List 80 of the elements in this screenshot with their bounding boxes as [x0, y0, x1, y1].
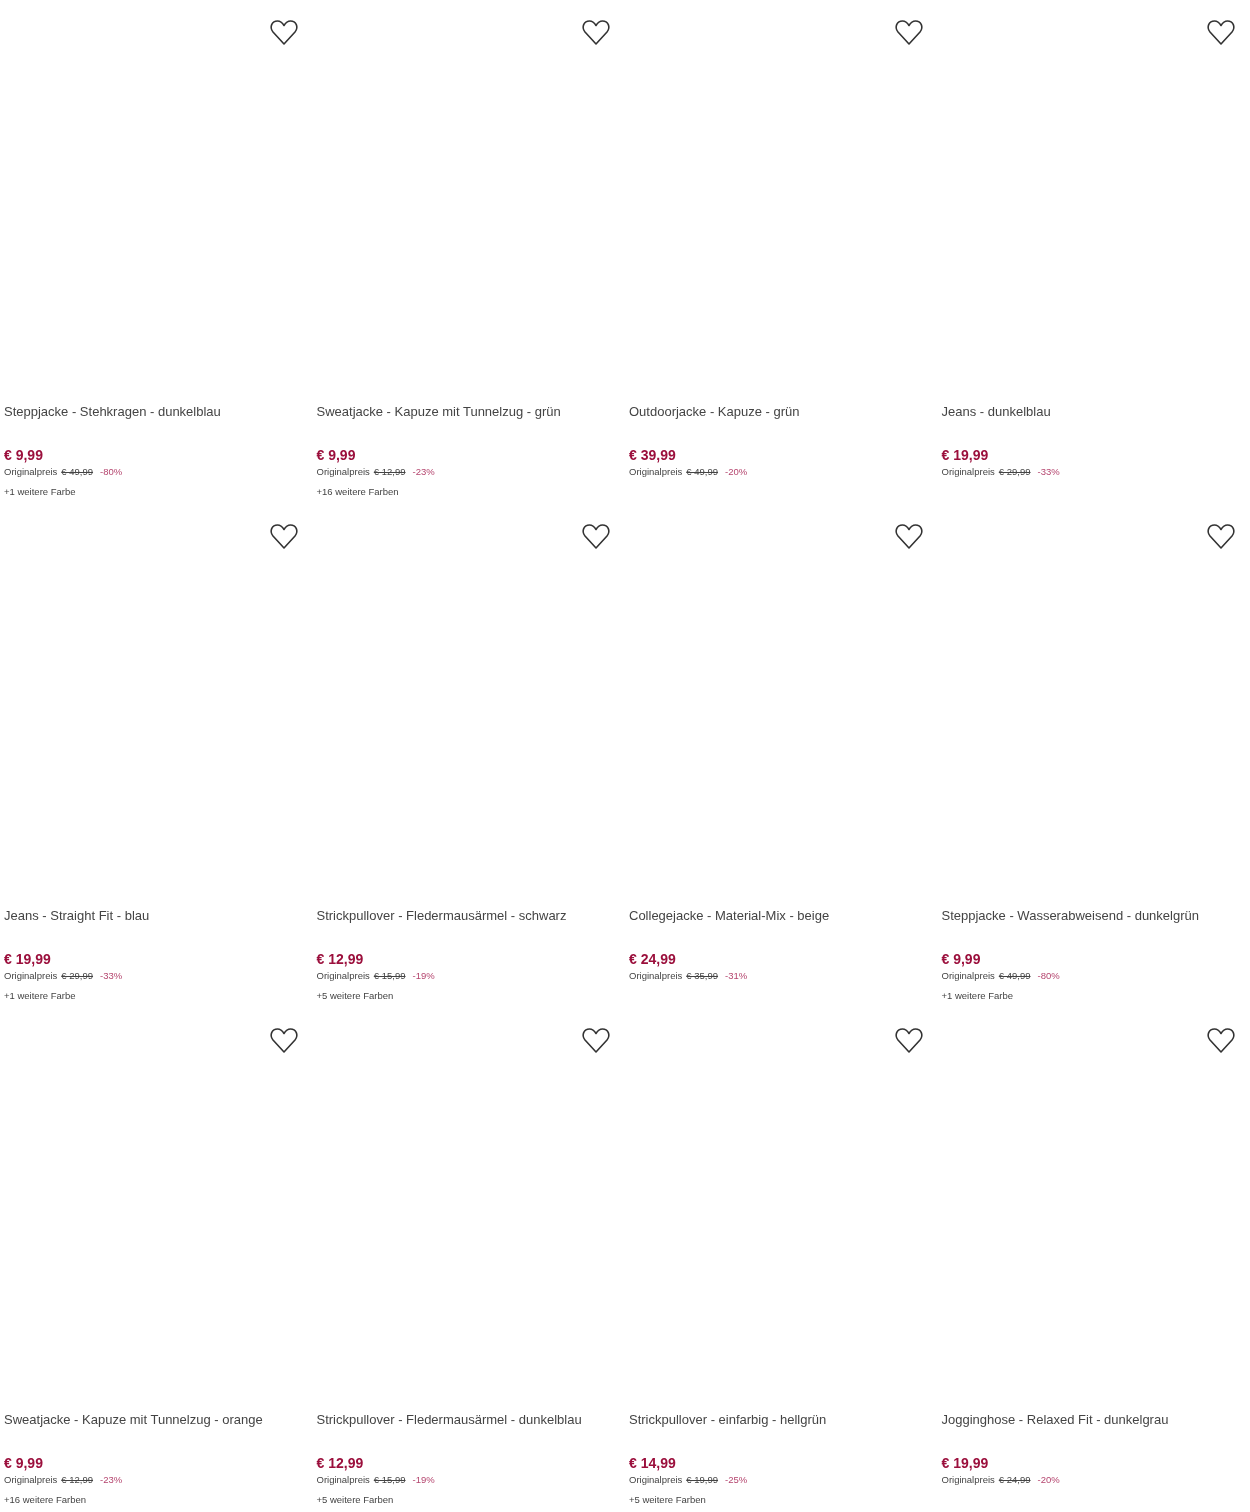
product-title[interactable]: Steppjacke - Stehkragen - dunkelblau [4, 404, 313, 420]
discount-percent: -19% [412, 1473, 435, 1486]
discount-percent: -20% [725, 465, 748, 478]
original-price-label: Originalpreis [316, 969, 370, 982]
original-price: € 12,99 [373, 465, 406, 478]
product-title[interactable]: Outdoorjacke - Kapuze - grün [629, 404, 938, 420]
original-price: € 15,99 [373, 969, 406, 982]
wishlist-heart-button[interactable] [1206, 1027, 1236, 1055]
wishlist-heart-button[interactable] [268, 1027, 299, 1055]
original-price-label: Originalpreis [941, 465, 995, 478]
wishlist-heart-button[interactable] [581, 19, 611, 47]
original-price: € 24,99 [998, 1473, 1031, 1486]
original-price-label: Originalpreis [629, 969, 683, 982]
more-colors-text: +16 weitere Farben [4, 1494, 88, 1506]
wishlist-heart-button[interactable] [893, 523, 924, 551]
original-price-label: Originalpreis [4, 1473, 58, 1486]
discount-percent: -23% [412, 465, 435, 478]
original-price: € 12,99 [61, 1473, 94, 1486]
original-price: € 35,99 [686, 969, 719, 982]
discount-percent: -23% [100, 1473, 123, 1486]
discount-percent: -33% [100, 969, 123, 982]
more-colors-text: +16 weitere Farben [316, 486, 400, 498]
wishlist-heart-button[interactable] [893, 1027, 924, 1055]
wishlist-heart-button[interactable] [1206, 523, 1236, 551]
sale-price: € 9,99 [316, 447, 357, 464]
product-title[interactable]: Jeans - dunkelblau [941, 404, 1250, 420]
original-price: € 15,99 [373, 1473, 406, 1486]
wishlist-heart-button[interactable] [268, 19, 299, 47]
discount-percent: -20% [1037, 1473, 1060, 1486]
product-title[interactable]: Collegejacke - Material-Mix - beige [629, 908, 938, 924]
original-price-label: Originalpreis [4, 465, 58, 478]
product-title[interactable]: Strickpullover - Fledermausärmel - dunkelblau [316, 1412, 625, 1428]
discount-percent: -33% [1037, 465, 1060, 478]
discount-percent: -25% [725, 1473, 748, 1486]
wishlist-heart-button[interactable] [893, 19, 924, 47]
original-price: € 49,99 [998, 969, 1031, 982]
wishlist-heart-button[interactable] [268, 523, 299, 551]
more-colors-text: +1 weitere Farbe [4, 486, 77, 498]
wishlist-heart-button[interactable] [1206, 19, 1236, 47]
sale-price: € 39,99 [629, 447, 677, 464]
product-title[interactable]: Sweatjacke - Kapuze mit Tunnelzug - grün [316, 404, 625, 420]
original-price: € 49,99 [686, 465, 719, 478]
discount-percent: -19% [412, 969, 435, 982]
original-price: € 19,99 [686, 1473, 719, 1486]
sale-price: € 12,99 [316, 951, 365, 968]
product-title[interactable]: Steppjacke - Wasserabweisend - dunkelgrün [941, 908, 1250, 924]
discount-percent: -31% [725, 969, 748, 982]
sale-price: € 9,99 [4, 1455, 44, 1472]
original-price-label: Originalpreis [316, 465, 370, 478]
sale-price: € 14,99 [629, 1455, 677, 1472]
sale-price: € 24,99 [629, 951, 677, 968]
original-price: € 29,99 [61, 969, 94, 982]
more-colors-text: +5 weitere Farben [316, 1494, 395, 1506]
original-price-label: Originalpreis [941, 969, 995, 982]
wishlist-heart-button[interactable] [581, 1027, 611, 1055]
product-title[interactable]: Strickpullover - Fledermausärmel - schwarz [316, 908, 625, 924]
sale-price: € 12,99 [316, 1455, 365, 1472]
more-colors-text: +5 weitere Farben [316, 990, 395, 1002]
original-price: € 49,99 [61, 465, 94, 478]
more-colors-text: +5 weitere Farben [629, 1494, 707, 1506]
product-title[interactable]: Jogginghose - Relaxed Fit - dunkelgrau [941, 1412, 1250, 1428]
original-price-label: Originalpreis [629, 1473, 683, 1486]
product-title[interactable]: Strickpullover - einfarbig - hellgrün [629, 1412, 938, 1428]
discount-percent: -80% [1037, 969, 1060, 982]
sale-price: € 19,99 [941, 1455, 990, 1472]
original-price-label: Originalpreis [4, 969, 58, 982]
wishlist-heart-button[interactable] [581, 523, 611, 551]
original-price-label: Originalpreis [316, 1473, 370, 1486]
original-price-label: Originalpreis [941, 1473, 995, 1486]
sale-price: € 9,99 [4, 447, 44, 464]
sale-price: € 19,99 [941, 447, 990, 464]
sale-price: € 19,99 [4, 951, 52, 968]
original-price: € 29,99 [998, 465, 1031, 478]
original-price-label: Originalpreis [629, 465, 683, 478]
sale-price: € 9,99 [941, 951, 982, 968]
more-colors-text: +1 weitere Farbe [941, 990, 1015, 1002]
product-title[interactable]: Jeans - Straight Fit - blau [4, 908, 313, 924]
more-colors-text: +1 weitere Farbe [4, 990, 77, 1002]
discount-percent: -80% [100, 465, 123, 478]
product-title[interactable]: Sweatjacke - Kapuze mit Tunnelzug - orange [4, 1412, 313, 1428]
